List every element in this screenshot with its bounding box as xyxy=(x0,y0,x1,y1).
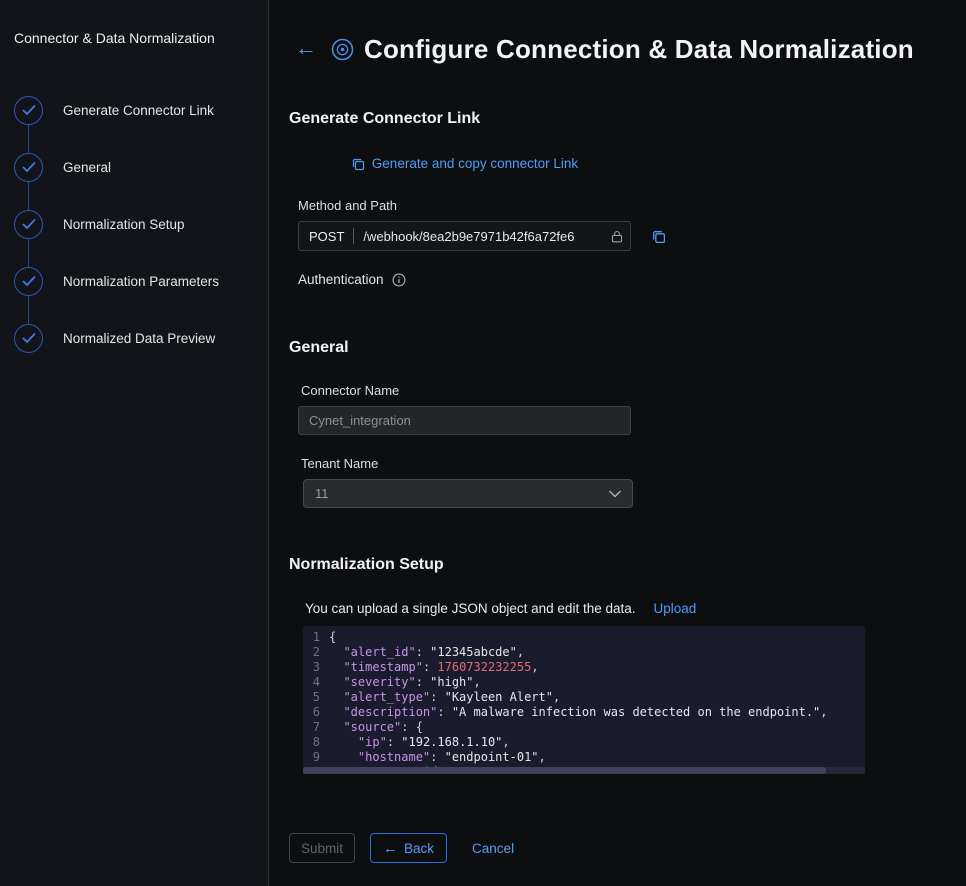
line-number: 8 xyxy=(303,735,329,750)
app-window: Connector & Data Normalization Generate … xyxy=(0,0,966,886)
back-arrow-icon[interactable]: ← xyxy=(295,37,321,61)
method-path-label: Method and Path xyxy=(298,198,946,213)
connector-name-input[interactable] xyxy=(298,406,631,435)
upload-hint-text: You can upload a single JSON object and … xyxy=(305,601,636,616)
code-line: 7 "source": { xyxy=(303,720,865,735)
upload-link[interactable]: Upload xyxy=(654,601,697,616)
code-text: "source": { xyxy=(329,720,423,735)
step-generate-connector-link[interactable]: Generate Connector Link xyxy=(14,82,252,139)
step-label: General xyxy=(63,160,111,175)
code-text: "alert_id": "12345abcde", xyxy=(329,645,524,660)
webhook-path: /webhook/8ea2b9e7971b42f6a72fe6 xyxy=(363,229,611,244)
json-editor-code: 1{2 "alert_id": "12345abcde",3 "timestam… xyxy=(303,630,865,774)
submit-button[interactable]: Submit xyxy=(289,833,355,863)
step-normalization-parameters[interactable]: Normalization Parameters xyxy=(14,253,252,310)
code-line: 3 "timestamp": 1760732232255, xyxy=(303,660,865,675)
step-complete-icon xyxy=(14,96,43,125)
code-text: "alert_type": "Kayleen Alert", xyxy=(329,690,560,705)
line-number: 5 xyxy=(303,690,329,705)
code-line: 9 "hostname": "endpoint-01", xyxy=(303,750,865,765)
line-number: 7 xyxy=(303,720,329,735)
line-number: 4 xyxy=(303,675,329,690)
code-text: { xyxy=(329,630,336,645)
step-normalized-data-preview[interactable]: Normalized Data Preview xyxy=(14,310,252,367)
copy-icon xyxy=(651,229,666,244)
code-text: "hostname": "endpoint-01", xyxy=(329,750,546,765)
authentication-row: Authentication xyxy=(298,272,946,287)
json-editor[interactable]: 1{2 "alert_id": "12345abcde",3 "timestam… xyxy=(303,626,865,774)
step-label: Normalization Parameters xyxy=(63,274,219,289)
step-general[interactable]: General xyxy=(14,139,252,196)
back-arrow-icon: ← xyxy=(383,841,398,856)
stepper-sidebar: Connector & Data Normalization Generate … xyxy=(0,0,269,886)
app-logo-icon xyxy=(331,38,354,61)
step-label: Normalization Setup xyxy=(63,217,185,232)
code-text: "severity": "high", xyxy=(329,675,481,690)
code-line: 2 "alert_id": "12345abcde", xyxy=(303,645,865,660)
line-number: 3 xyxy=(303,660,329,675)
upload-hint-row: You can upload a single JSON object and … xyxy=(305,601,946,616)
normalization-setup-heading: Normalization Setup xyxy=(289,556,946,574)
code-text: "ip": "192.168.1.10", xyxy=(329,735,510,750)
method-path-field: POST /webhook/8ea2b9e7971b42f6a72fe6 xyxy=(298,221,631,251)
line-number: 2 xyxy=(303,645,329,660)
connector-name-label: Connector Name xyxy=(301,383,946,398)
code-line: 1{ xyxy=(303,630,865,645)
generate-copy-link-label: Generate and copy connector Link xyxy=(372,156,578,171)
main-content: ← Configure Connection & Data Normalizat… xyxy=(269,0,966,886)
line-number: 9 xyxy=(303,750,329,765)
code-line: 4 "severity": "high", xyxy=(303,675,865,690)
line-number: 1 xyxy=(303,630,329,645)
code-line: 5 "alert_type": "Kayleen Alert", xyxy=(303,690,865,705)
page-header: ← Configure Connection & Data Normalizat… xyxy=(295,30,946,68)
code-line: 8 "ip": "192.168.1.10", xyxy=(303,735,865,750)
copy-icon xyxy=(351,157,365,171)
sidebar-title: Connector & Data Normalization xyxy=(14,30,252,46)
general-heading: General xyxy=(289,339,946,357)
step-label: Generate Connector Link xyxy=(63,103,214,118)
back-button[interactable]: ← Back xyxy=(370,833,447,863)
stepper: Generate Connector Link General Normaliz… xyxy=(14,82,252,367)
chevron-down-icon xyxy=(609,490,621,498)
step-normalization-setup[interactable]: Normalization Setup xyxy=(14,196,252,253)
step-complete-icon xyxy=(14,210,43,239)
step-complete-icon xyxy=(14,153,43,182)
http-method: POST xyxy=(309,229,344,244)
tenant-name-value: 11 xyxy=(315,486,329,501)
scrollbar-thumb[interactable] xyxy=(303,767,826,774)
code-line: 6 "description": "A malware infection wa… xyxy=(303,705,865,720)
footer-actions: Submit ← Back Cancel xyxy=(289,833,946,863)
lock-icon xyxy=(611,230,623,243)
step-label: Normalized Data Preview xyxy=(63,331,215,346)
authentication-label: Authentication xyxy=(298,272,384,287)
page-title: Configure Connection & Data Normalizatio… xyxy=(364,34,914,65)
horizontal-scrollbar[interactable] xyxy=(303,767,865,774)
line-number: 6 xyxy=(303,705,329,720)
cancel-link[interactable]: Cancel xyxy=(472,841,514,856)
generate-link-heading: Generate Connector Link xyxy=(289,110,946,128)
step-complete-icon xyxy=(14,267,43,296)
tenant-name-select[interactable]: 11 xyxy=(303,479,633,508)
copy-path-button[interactable] xyxy=(651,229,666,244)
generate-copy-link[interactable]: Generate and copy connector Link xyxy=(298,156,631,171)
code-text: "description": "A malware infection was … xyxy=(329,705,828,720)
step-complete-icon xyxy=(14,324,43,353)
divider xyxy=(353,228,354,244)
method-path-row: POST /webhook/8ea2b9e7971b42f6a72fe6 xyxy=(298,221,946,251)
code-text: "timestamp": 1760732232255, xyxy=(329,660,539,675)
tenant-name-label: Tenant Name xyxy=(301,456,946,471)
info-icon[interactable] xyxy=(392,273,406,287)
back-button-label: Back xyxy=(404,841,434,856)
